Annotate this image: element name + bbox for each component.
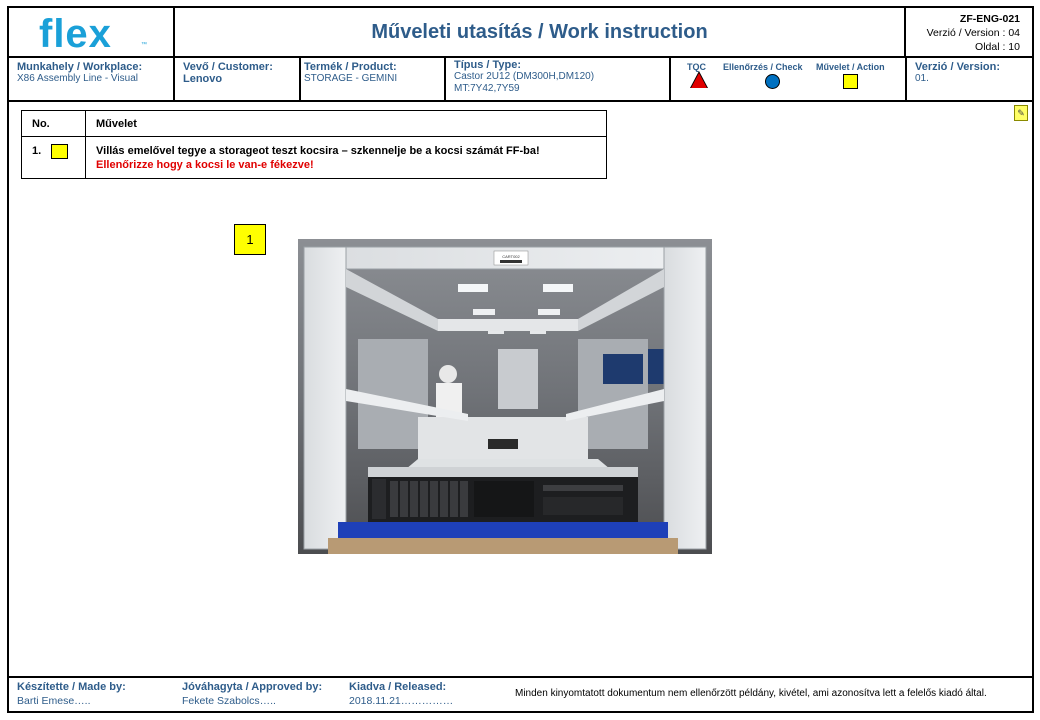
type-value-models: Castor 2U12 (DM300H,DM120) bbox=[454, 71, 595, 82]
note-icon[interactable]: ✎ bbox=[1014, 105, 1028, 121]
action-label: Művelet / Action bbox=[816, 62, 885, 72]
action-square-icon bbox=[843, 74, 858, 89]
made-by-cell: Készítette / Made by: Barti Emese….. bbox=[17, 681, 126, 707]
released-value: 2018.11.21…………… bbox=[349, 695, 454, 707]
document-header: flex ™ Műveleti utasítás / Work instruct… bbox=[7, 6, 1034, 58]
version-value: 01. bbox=[915, 73, 929, 84]
step-warning: Ellenőrizze hogy a kocsi le van-e fékezv… bbox=[96, 159, 314, 171]
storage-cart-photo: CART002 bbox=[298, 239, 712, 554]
disclaimer-note: Minden kinyomtatott dokumentum nem ellen… bbox=[515, 688, 987, 699]
step-text-cell: Villás emelővel tegye a storageot teszt … bbox=[85, 136, 607, 179]
step-number-cell: 1. bbox=[21, 136, 86, 179]
product-label: Termék / Product: bbox=[304, 61, 397, 73]
customer-label: Vevő / Customer: bbox=[183, 61, 273, 73]
approved-by-label: Jóváhagyta / Approved by: bbox=[182, 681, 323, 693]
document-version: Verzió / Version : 04 bbox=[926, 27, 1020, 39]
check-label: Ellenőrzés / Check bbox=[723, 62, 803, 72]
workplace-cell: Munkahely / Workplace: X86 Assembly Line… bbox=[9, 58, 175, 100]
type-cell: Típus / Type: Castor 2U12 (DM300H,DM120)… bbox=[446, 58, 671, 100]
symbol-legend: TQC Ellenőrzés / Check Művelet / Action bbox=[671, 58, 907, 100]
released-cell: Kiadva / Released: 2018.11.21…………… bbox=[349, 681, 453, 707]
cart-barcode-label: CART002 bbox=[502, 254, 520, 259]
table-row: 1. Villás emelővel tegye a storageot tes… bbox=[21, 136, 607, 179]
operation-table-header: No. Művelet bbox=[21, 110, 607, 137]
tqc-triangle-fill bbox=[691, 73, 707, 88]
operation-table: No. Művelet 1. Villás emelővel tegye a s… bbox=[21, 110, 607, 179]
action-square-icon bbox=[51, 144, 69, 159]
type-value-mt: MT:7Y42,7Y59 bbox=[454, 83, 520, 94]
logo-cell: flex ™ bbox=[9, 8, 175, 56]
type-label: Típus / Type: bbox=[454, 59, 522, 71]
column-header-no: No. bbox=[21, 110, 86, 137]
product-value: STORAGE - GEMINI bbox=[304, 73, 398, 84]
step-number: 1. bbox=[32, 145, 42, 158]
photo-callout-number: 1 bbox=[234, 224, 266, 255]
page-number: Oldal : 10 bbox=[975, 41, 1020, 53]
flex-logo: flex bbox=[39, 12, 112, 56]
approved-by-cell: Jóváhagyta / Approved by: Fekete Szabolc… bbox=[182, 681, 322, 707]
photo-illustration: CART002 bbox=[298, 239, 712, 554]
check-circle-icon bbox=[765, 74, 780, 89]
customer-value: Lenovo bbox=[183, 73, 223, 85]
product-cell: Termék / Product: STORAGE - GEMINI bbox=[301, 58, 446, 100]
workplace-value: X86 Assembly Line - Visual bbox=[17, 73, 138, 84]
logo-trademark: ™ bbox=[141, 42, 147, 48]
title-cell: Műveleti utasítás / Work instruction bbox=[175, 8, 906, 56]
version-cell: Verzió / Version: 01. bbox=[907, 58, 1032, 100]
step-instruction: Villás emelővel tegye a storageot teszt … bbox=[96, 145, 540, 157]
info-row: Munkahely / Workplace: X86 Assembly Line… bbox=[7, 58, 1034, 102]
column-header-operation: Művelet bbox=[85, 110, 607, 137]
workplace-label: Munkahely / Workplace: bbox=[17, 61, 143, 73]
document-title: Műveleti utasítás / Work instruction bbox=[371, 20, 708, 43]
document-footer: Készítette / Made by: Barti Emese….. Jóv… bbox=[7, 676, 1034, 713]
made-by-label: Készítette / Made by: bbox=[17, 681, 126, 693]
document-code: ZF-ENG-021 bbox=[959, 13, 1020, 25]
released-label: Kiadva / Released: bbox=[349, 681, 447, 693]
document-info: ZF-ENG-021 Verzió / Version : 04 Oldal :… bbox=[906, 8, 1032, 56]
version-label: Verzió / Version: bbox=[915, 61, 1000, 73]
customer-cell: Vevő / Customer: Lenovo bbox=[175, 58, 301, 100]
approved-by-value: Fekete Szabolcs….. bbox=[182, 695, 276, 707]
made-by-value: Barti Emese….. bbox=[17, 695, 91, 707]
